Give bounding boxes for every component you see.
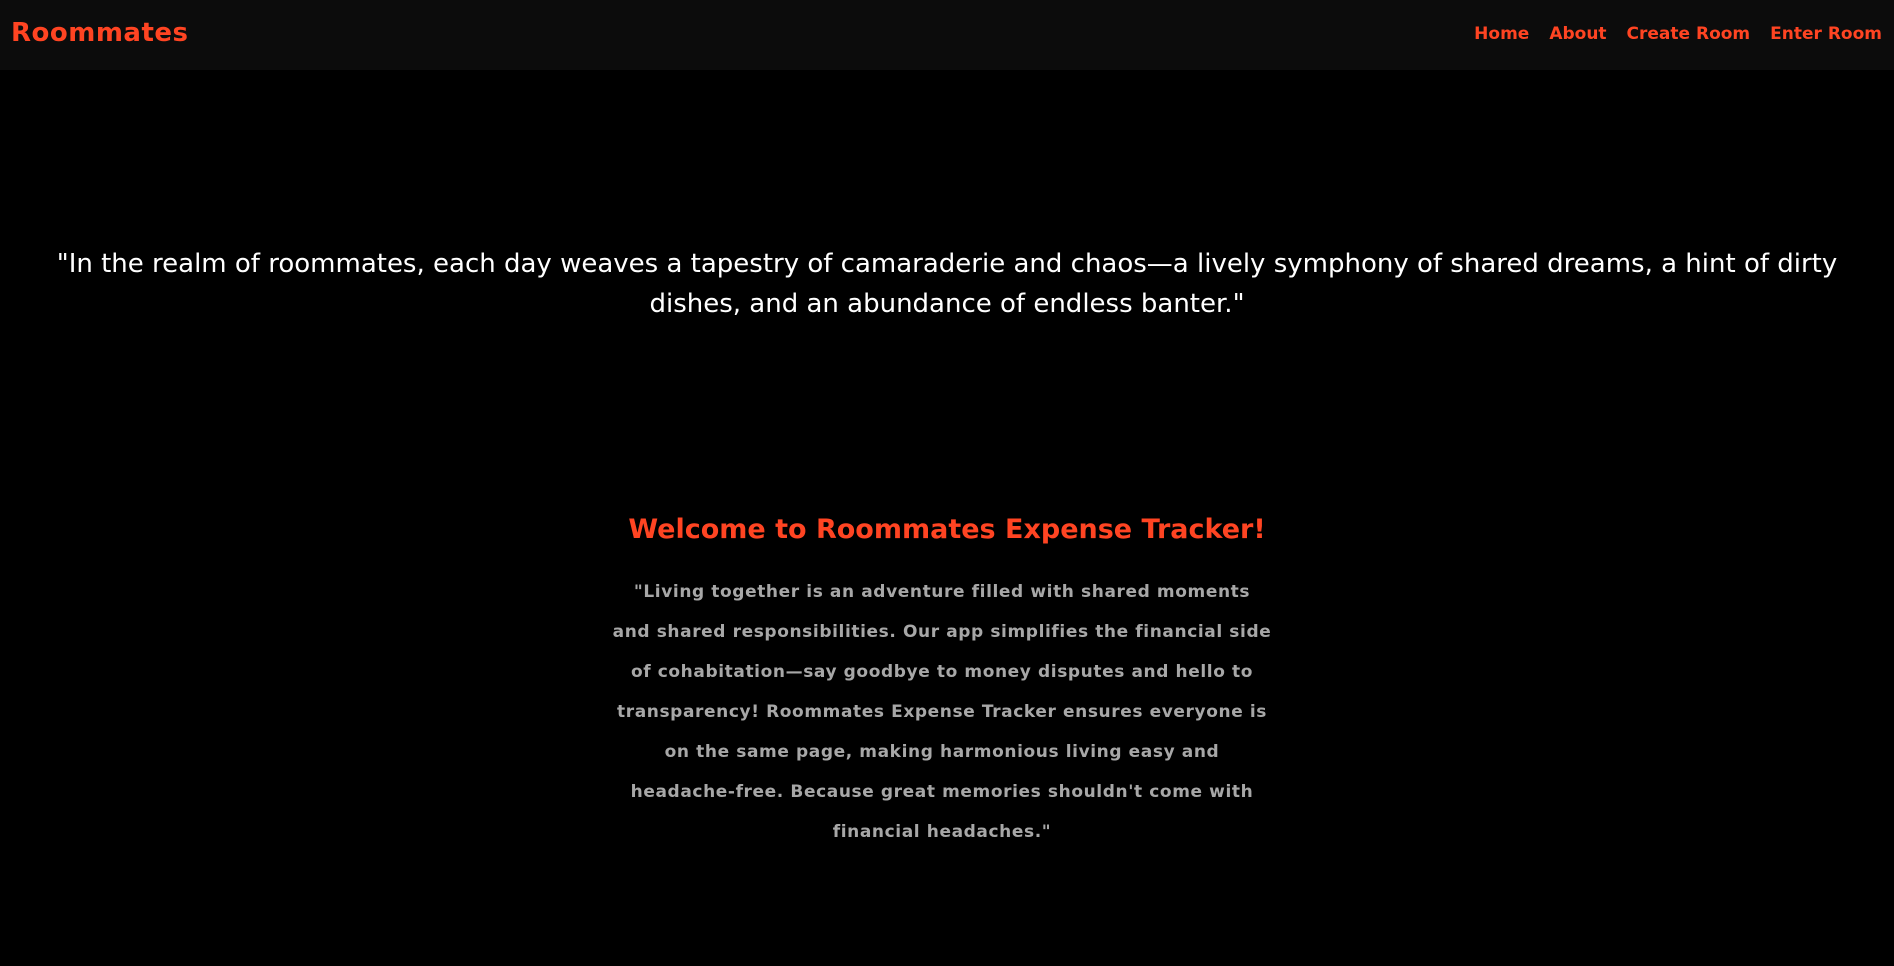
nav-links: Home About Create Room Enter Room <box>1474 24 1882 44</box>
nav-link-enter-room[interactable]: Enter Room <box>1770 24 1882 44</box>
hero-quote: "In the realm of roommates, each day wea… <box>56 249 1838 319</box>
nav-link-home[interactable]: Home <box>1474 24 1529 44</box>
brand-logo-link[interactable]: Roommates <box>11 17 189 49</box>
nav-link-create-room[interactable]: Create Room <box>1627 24 1751 44</box>
welcome-heading: Welcome to Roommates Expense Tracker! <box>628 514 1266 545</box>
navbar: Roommates Home About Create Room Enter R… <box>0 0 1894 70</box>
welcome-description: "Living together is an adventure filled … <box>612 582 1272 842</box>
nav-link-about[interactable]: About <box>1549 24 1606 44</box>
